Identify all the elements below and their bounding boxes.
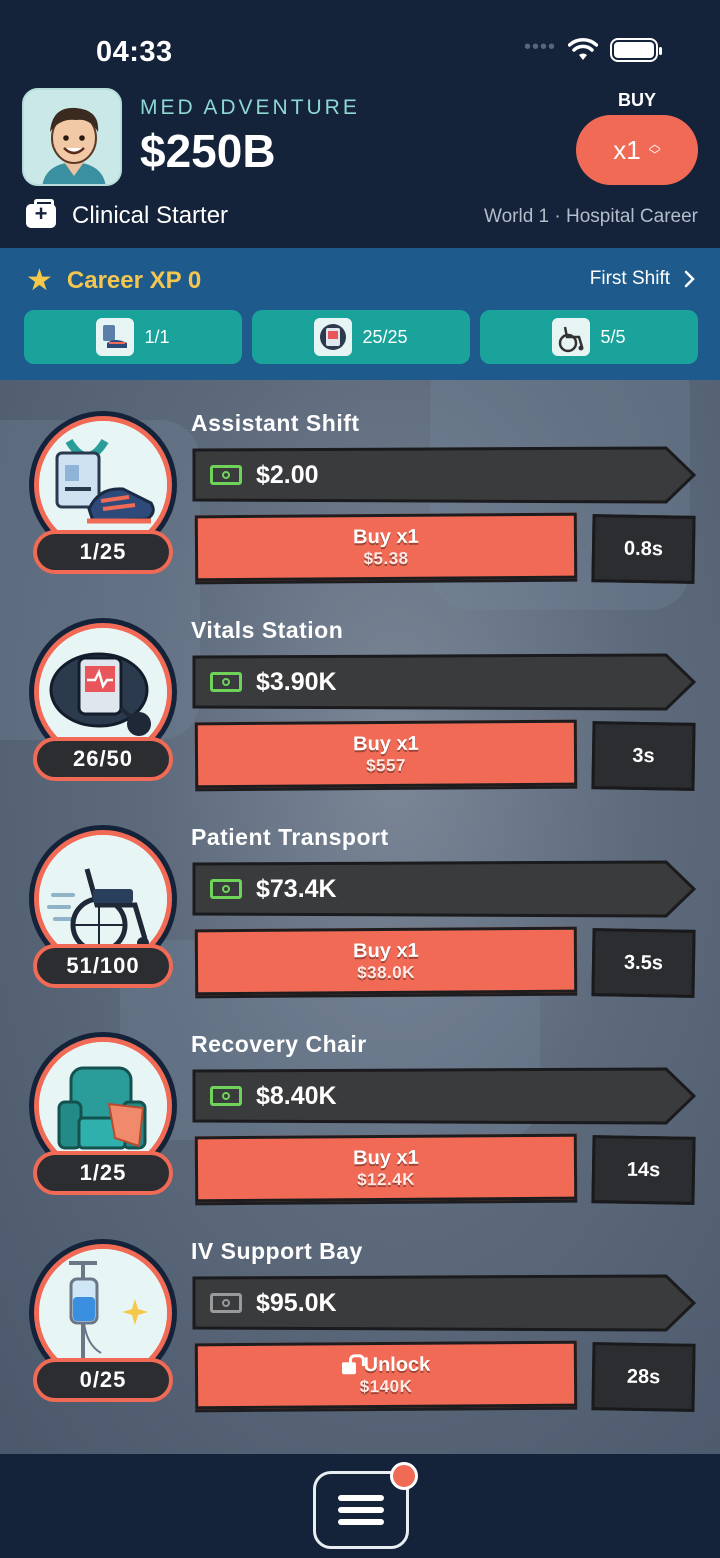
buy-button[interactable]: Buy x1 $5.38 xyxy=(194,512,578,582)
revenue-bar[interactable]: $8.40K xyxy=(192,1067,696,1125)
unlock-button[interactable]: Unlock $140K xyxy=(194,1340,578,1410)
revenue-bar[interactable]: $73.4K xyxy=(192,860,696,918)
business-row: 1/25 Assistant Shift $2.00 Buy x1 $5.38 … xyxy=(0,380,720,587)
cash-icon xyxy=(210,879,242,899)
revenue-bar[interactable]: $95.0K xyxy=(192,1274,696,1332)
menu-icon xyxy=(338,1495,384,1501)
status-bar: 04:33 •••• xyxy=(0,0,720,90)
wheelchair-icon xyxy=(552,318,591,356)
milestone-chip-label: 25/25 xyxy=(362,326,408,347)
business-name: IV Support Bay xyxy=(191,1238,363,1264)
buy-button[interactable]: Buy x1 $557 xyxy=(194,719,578,789)
unlock-button-row: Unlock xyxy=(341,1353,431,1377)
game-title: MED ADVENTURE xyxy=(140,96,360,119)
career-xp-text: Career XP 0 xyxy=(66,267,202,294)
owned-count: 51/100 xyxy=(33,944,173,988)
buy-button-cost: $38.0K xyxy=(357,962,416,982)
revenue-amount: $73.4K xyxy=(256,874,337,903)
buy-button[interactable]: Buy x1 $12.4K xyxy=(194,1133,578,1203)
buy-button-cost: $12.4K xyxy=(357,1169,416,1189)
business-row: 1/25 Recovery Chair $8.40K Buy x1 $12.4K… xyxy=(0,1001,720,1208)
business-list[interactable]: 1/25 Assistant Shift $2.00 Buy x1 $5.38 … xyxy=(0,380,720,1454)
buy-button-cost: $557 xyxy=(366,755,407,775)
business-name: Patient Transport xyxy=(191,824,389,850)
cycle-timer: 28s xyxy=(591,1342,696,1412)
shoes-icon xyxy=(96,318,135,356)
revenue-amount: $2.00 xyxy=(256,460,319,489)
career-xp: ★ Career XP 0 xyxy=(26,266,201,296)
milestone-chip-2[interactable]: 25/25 xyxy=(252,310,470,364)
revenue-amount: $95.0K xyxy=(256,1288,337,1317)
revenue-amount: $3.90K xyxy=(256,667,337,696)
notification-badge xyxy=(390,1462,418,1490)
revenue-bar[interactable]: $3.90K xyxy=(192,653,696,711)
star-icon: ★ xyxy=(26,264,53,297)
revenue-bar[interactable]: $2.00 xyxy=(192,446,696,504)
milestone-chip-label: 5/5 xyxy=(600,326,626,347)
cycle-timer: 0.8s xyxy=(591,514,696,584)
cycle-timer: 3.5s xyxy=(591,928,696,998)
career-row: Clinical Starter xyxy=(26,199,229,230)
buy-button-label: Buy x1 xyxy=(353,525,419,548)
business-row: 51/100 Patient Transport $73.4K Buy x1 $… xyxy=(0,794,720,1001)
battery-icon xyxy=(610,38,662,62)
business-name: Vitals Station xyxy=(191,617,344,643)
xp-panel: ★ Career XP 0 First Shift 1/1 25/25 5/5 xyxy=(0,248,720,380)
header: MED ADVENTURE $250B BUY x1 ︿﹀ Clinical S… xyxy=(0,88,720,248)
buy-label: BUY xyxy=(617,90,656,110)
clock: 04:33 xyxy=(96,36,173,68)
buy-button-label: Buy x1 xyxy=(353,939,419,962)
cellular-signal-icon: •••• xyxy=(523,35,556,58)
buy-button-label: Buy x1 xyxy=(353,732,419,755)
buy-button-label: Buy x1 xyxy=(353,1146,419,1169)
milestone-chip-3[interactable]: 5/5 xyxy=(480,310,698,364)
buy-button-cost: $5.38 xyxy=(363,548,409,568)
chevron-right-icon xyxy=(684,270,695,288)
cash-icon xyxy=(210,1086,242,1106)
cash-icon xyxy=(210,672,242,692)
business-name: Assistant Shift xyxy=(191,410,360,436)
business-name: Recovery Chair xyxy=(191,1031,367,1057)
buy-multiplier-button[interactable]: x1 ︿ ﹀ xyxy=(576,115,698,185)
medical-kit-icon xyxy=(26,199,56,228)
owned-count: 0/25 xyxy=(33,1358,173,1402)
unlock-button-label: Unlock xyxy=(363,1353,431,1376)
avatar[interactable] xyxy=(22,88,122,186)
revenue-amount: $8.40K xyxy=(256,1081,337,1110)
cycle-timer: 14s xyxy=(591,1135,696,1205)
buy-multiplier-value: x1 xyxy=(613,134,641,165)
milestone-chip-1[interactable]: 1/1 xyxy=(24,310,242,364)
bottom-bar xyxy=(0,1454,720,1558)
milestone-chip-label: 1/1 xyxy=(144,326,170,347)
doctor-avatar-icon xyxy=(24,90,120,184)
menu-icon-line xyxy=(338,1519,384,1525)
up-down-chevron-icon: ︿ ﹀ xyxy=(648,137,661,162)
career-title: Clinical Starter xyxy=(72,202,229,229)
cash-icon xyxy=(210,1293,242,1313)
owned-count: 1/25 xyxy=(33,1151,173,1195)
unlock-icon xyxy=(341,1362,356,1375)
owned-count: 26/50 xyxy=(33,737,173,781)
balance: $250B xyxy=(140,125,276,177)
first-shift-label: First Shift xyxy=(589,268,670,289)
world-label: World 1 · Hospital Career xyxy=(483,206,698,227)
cash-icon xyxy=(210,465,242,485)
wifi-icon xyxy=(568,38,598,60)
menu-icon-line xyxy=(338,1507,384,1513)
monitor-icon xyxy=(314,318,353,356)
cycle-timer: 3s xyxy=(591,721,696,791)
first-shift-link[interactable]: First Shift xyxy=(590,268,696,290)
business-row: 26/50 Vitals Station $3.90K Buy x1 $557 … xyxy=(0,587,720,794)
buy-button[interactable]: Buy x1 $38.0K xyxy=(194,926,578,996)
unlock-button-cost: $140K xyxy=(359,1376,413,1396)
business-row: 0/25 IV Support Bay $95.0K Unlock $140K … xyxy=(0,1208,720,1415)
owned-count: 1/25 xyxy=(33,530,173,574)
status-icons: •••• xyxy=(523,35,662,62)
